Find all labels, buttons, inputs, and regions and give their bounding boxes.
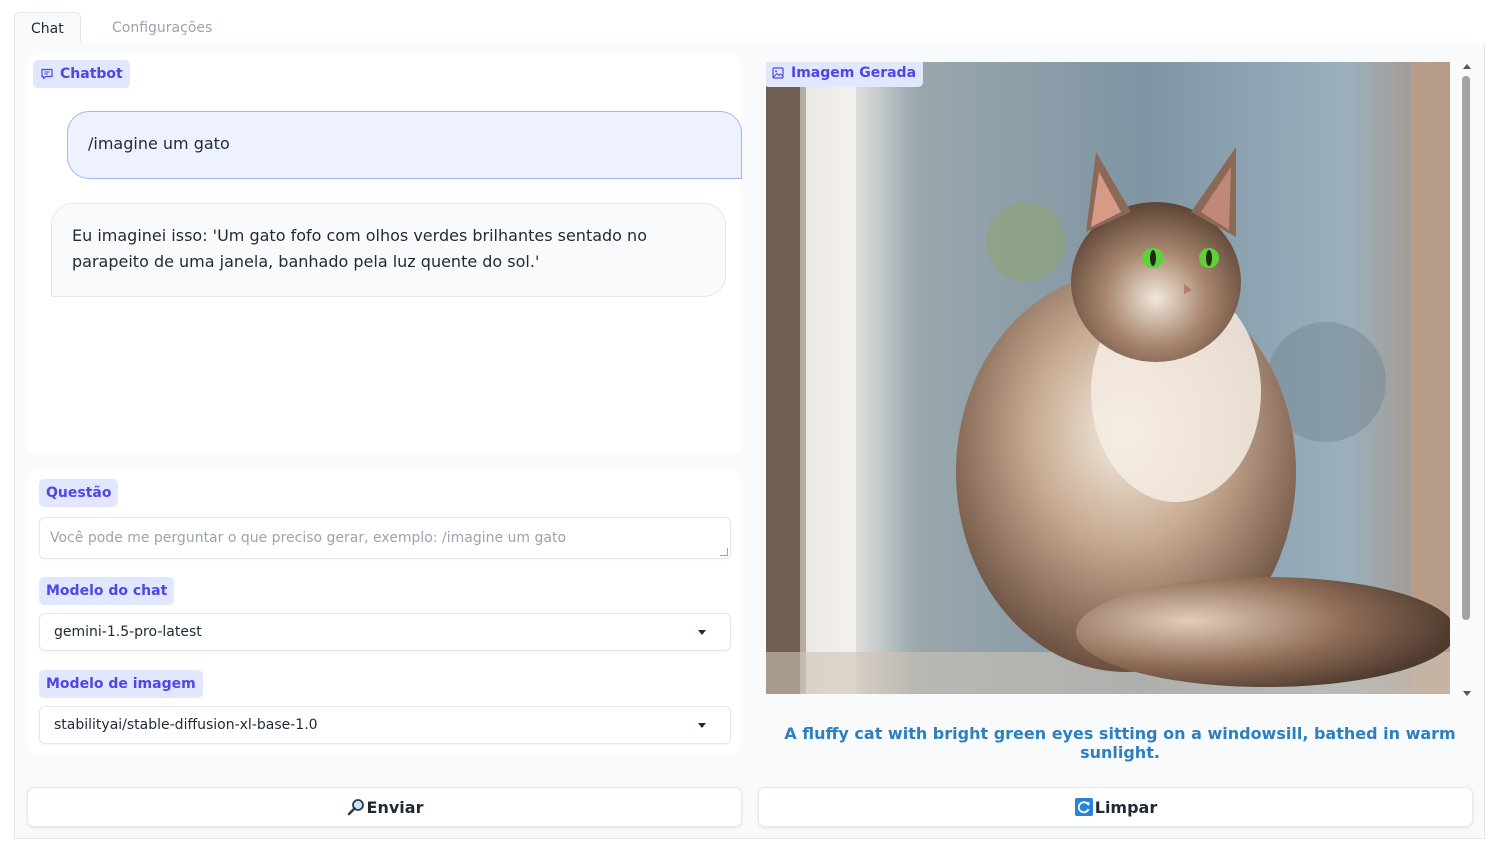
clear-button-label: Limpar [1094, 797, 1158, 817]
send-button-label: Enviar [366, 797, 424, 817]
scroll-up-icon[interactable] [1463, 64, 1471, 69]
chat-panel: Chatbot /imagine um gato Eu imaginei iss… [14, 43, 1485, 839]
image-caption: A fluffy cat with bright green eyes sitt… [784, 724, 1456, 762]
chevron-down-icon [698, 723, 706, 728]
generated-image: Imagem Gerada [766, 62, 1450, 694]
image-model-value: stabilityai/stable-diffusion-xl-base-1.0 [54, 717, 318, 733]
image-model-label-text: Modelo de imagem [46, 676, 196, 692]
chatbot-card: Chatbot /imagine um gato Eu imaginei iss… [27, 55, 742, 453]
cat-image [766, 62, 1450, 694]
generated-image-label: Imagem Gerada [766, 62, 924, 87]
chat-bubble-icon [41, 68, 53, 80]
chatbot-label-text: Chatbot [60, 66, 123, 82]
scroll-down-icon[interactable] [1463, 691, 1471, 696]
generated-image-label-text: Imagem Gerada [791, 65, 917, 81]
question-label-text: Questão [46, 485, 112, 501]
question-input[interactable]: Você pode me perguntar o que preciso ger… [39, 517, 731, 559]
chevron-down-icon [698, 630, 706, 635]
tab-chat[interactable]: Chat [14, 12, 81, 45]
image-scrollbar[interactable] [1460, 62, 1474, 696]
resize-handle[interactable] [720, 548, 728, 556]
form-card: Questão Você pode me perguntar o que pre… [27, 471, 741, 753]
chat-model-select[interactable]: gemini-1.5-pro-latest [39, 613, 731, 651]
send-button[interactable]: Enviar [27, 787, 742, 827]
chat-model-label: Modelo do chat [39, 577, 175, 605]
bot-message: Eu imaginei isso: 'Um gato fofo com olho… [51, 203, 726, 297]
user-message: /imagine um gato [67, 111, 742, 179]
tab-bar: Chat Configurações [14, 12, 1484, 45]
image-icon [772, 67, 784, 79]
chatbot-label: Chatbot [33, 60, 130, 88]
chat-model-value: gemini-1.5-pro-latest [54, 624, 202, 640]
chat-model-label-text: Modelo do chat [46, 583, 168, 599]
magnifier-icon [347, 799, 364, 816]
question-placeholder: Você pode me perguntar o que preciso ger… [50, 530, 567, 546]
refresh-icon [1074, 798, 1093, 816]
question-label: Questão [39, 479, 119, 507]
clear-button[interactable]: Limpar [758, 787, 1473, 827]
tab-configuracoes[interactable]: Configurações [96, 12, 228, 44]
image-model-label: Modelo de imagem [39, 670, 203, 698]
scroll-thumb[interactable] [1462, 76, 1470, 620]
image-model-select[interactable]: stabilityai/stable-diffusion-xl-base-1.0 [39, 706, 731, 744]
